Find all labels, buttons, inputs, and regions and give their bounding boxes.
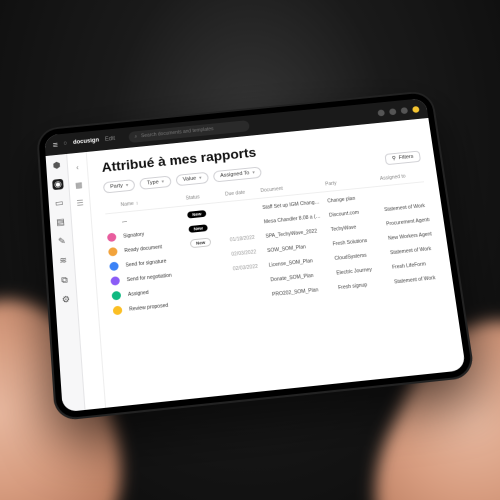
help-icon[interactable] — [389, 108, 397, 115]
row-due — [227, 208, 257, 211]
col-label: Name — [120, 201, 134, 208]
col-label: Status — [185, 194, 200, 201]
notification-icon[interactable] — [400, 107, 408, 114]
chevron-down-icon: ▾ — [161, 179, 164, 185]
tablet-frame: ≡ ◌ docusign Edit ⌕ Search documents and… — [36, 90, 475, 421]
status-icons — [377, 106, 419, 116]
back-icon[interactable]: ‹ — [72, 162, 82, 172]
avatar-icon[interactable] — [412, 106, 420, 113]
sidebar-item-flow[interactable]: ≋ — [57, 255, 69, 267]
filter-chip-label: Type — [147, 180, 159, 187]
col-assignee[interactable]: Assigned to — [380, 170, 439, 182]
brand-sub: Edit — [105, 136, 116, 143]
avatar — [110, 276, 120, 286]
filter-chip-party[interactable]: Party ▾ — [103, 179, 136, 193]
row-due: 02/03/2022 — [231, 248, 261, 257]
avatar — [107, 233, 117, 243]
row-due: 02/03/2022 — [233, 263, 264, 272]
row-due — [236, 295, 266, 298]
hamburger-icon[interactable]: ≡ — [52, 140, 58, 150]
row-assignee — [382, 190, 441, 196]
row-assignee: Statement of Work — [390, 244, 450, 256]
row-party: Fresh Solutions — [332, 236, 382, 247]
main-content: Attribué à mes rapports Party ▾ Type ▾ V… — [87, 118, 466, 408]
search-placeholder: Search documents and templates — [141, 126, 214, 139]
filter-chip-label: Value — [183, 176, 197, 183]
status-badge: New — [187, 210, 207, 219]
filters-button[interactable]: ⚲ Filters — [384, 151, 421, 166]
sort-icon: ↕ — [136, 201, 139, 207]
col-label: Assigned to — [380, 174, 406, 182]
filter-chip-label: Assigned To — [220, 170, 250, 179]
row-party: Fresh signup — [338, 280, 389, 291]
screen: ≡ ◌ docusign Edit ⌕ Search documents and… — [44, 98, 466, 412]
row-status: New — [188, 223, 222, 233]
list-icon[interactable]: ☰ — [75, 197, 86, 207]
col-party[interactable]: Party — [325, 177, 375, 188]
row-party: TechyWave — [331, 222, 381, 233]
chevron-down-icon: ▾ — [252, 170, 255, 176]
chevron-down-icon: ▾ — [199, 175, 202, 181]
filter-chip-label: Party — [110, 183, 123, 190]
col-label: Due date — [225, 190, 246, 198]
status-badge: New — [188, 224, 208, 233]
status-dot-icon[interactable] — [377, 109, 385, 116]
row-due: 01/18/2022 — [230, 234, 260, 243]
row-due — [228, 223, 258, 226]
row-assignee: New Workers Agents — [388, 229, 448, 241]
sidebar-item-doc[interactable]: ▤ — [55, 216, 67, 228]
brand-dot-icon: ◌ — [64, 141, 68, 147]
status-badge: New — [190, 237, 212, 248]
sidebar-item-user[interactable]: ◉ — [52, 179, 64, 190]
row-document: PRO202_SOM_Plan — [272, 285, 333, 297]
avatar — [109, 261, 119, 271]
filter-chip-value[interactable]: Value ▾ — [175, 172, 209, 187]
row-assignee: Statement of Work — [384, 201, 444, 213]
filter-chip-type[interactable]: Type ▾ — [140, 176, 172, 190]
sidebar-item-copy[interactable]: ⧉ — [59, 274, 71, 286]
row-status — [194, 284, 228, 288]
avatar — [106, 218, 116, 227]
row-party: Electric Journey — [336, 265, 387, 276]
row-assignee: Statement of Work — [394, 273, 451, 285]
avatar — [108, 247, 118, 257]
reports-table: Name↕ Status Due date Document Party Ass… — [104, 169, 451, 400]
filter-icon: ⚲ — [392, 156, 397, 162]
sidebar-item-home[interactable]: ⬢ — [51, 160, 63, 171]
row-status: New — [190, 236, 225, 248]
row-status — [193, 270, 227, 273]
grid-icon[interactable]: ▦ — [74, 180, 85, 190]
search-icon: ⌕ — [134, 134, 137, 140]
row-status: New — [187, 209, 221, 219]
row-party: CloudSystems — [334, 251, 384, 262]
sidebar-item-settings[interactable]: ⚙ — [60, 294, 72, 306]
col-due[interactable]: Due date — [225, 189, 255, 198]
row-assignee: Fresh LifeForm — [392, 258, 451, 270]
brand-name: docusign — [73, 138, 99, 146]
row-party: Discount.com — [329, 207, 379, 218]
col-name[interactable]: Name↕ — [120, 196, 180, 208]
sidebar-item-folder[interactable]: ▭ — [53, 198, 65, 210]
row-name: Review proposed — [129, 300, 190, 312]
row-status — [196, 299, 230, 303]
col-label: Party — [325, 181, 337, 188]
col-status[interactable]: Status — [185, 192, 219, 201]
chevron-down-icon: ▾ — [126, 183, 129, 189]
avatar — [112, 291, 122, 301]
sidebar-item-edit[interactable]: ✎ — [56, 236, 68, 248]
col-doc[interactable]: Document — [260, 182, 320, 194]
filter-chip-assigned[interactable]: Assigned To ▾ — [213, 166, 263, 182]
filters-button-label: Filters — [398, 154, 413, 161]
col-label: Document — [260, 186, 283, 194]
row-party: Change plan — [327, 193, 377, 204]
avatar — [113, 306, 123, 316]
row-due — [234, 280, 264, 283]
row-assignee: Procurement Agents — [386, 215, 446, 227]
row-status — [191, 255, 225, 258]
